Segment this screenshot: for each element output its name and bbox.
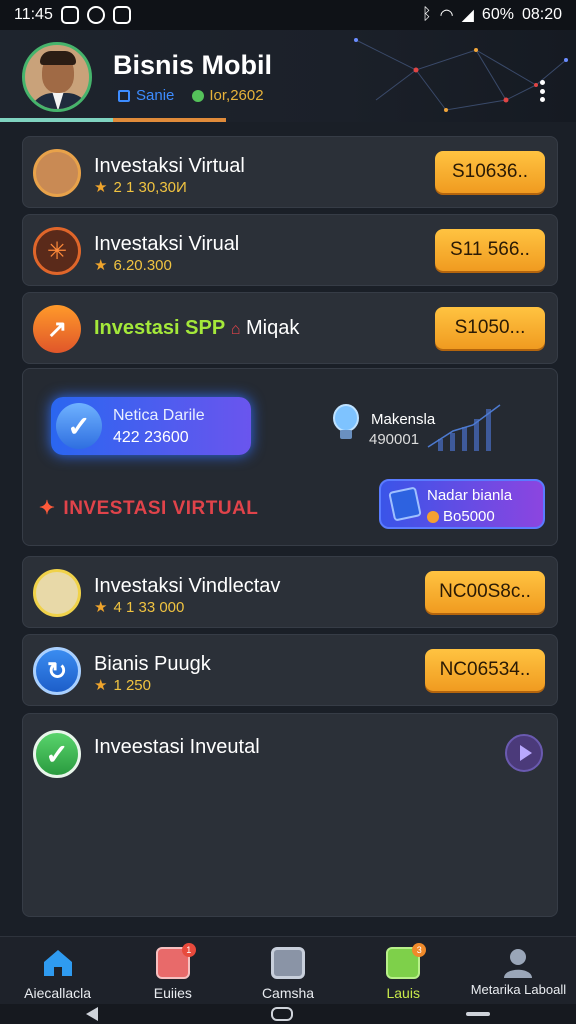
item-meta: ★ 4 1 33 000	[94, 599, 185, 616]
arrow-up-icon: ↗	[33, 305, 81, 353]
person-avatar-icon	[33, 149, 81, 197]
item-title: Investasi SPP ⌂ Miqak	[94, 317, 300, 339]
nav-label: Aiecallacla	[24, 985, 92, 1001]
invest-button[interactable]: S10636..	[435, 151, 545, 193]
promo-panel: ✓ Netica Darile 422 23600 Makensla 49000…	[22, 368, 558, 546]
back-icon[interactable]	[86, 1007, 99, 1021]
star-icon: ★	[94, 179, 108, 196]
bluetooth-icon: ᛒ	[422, 6, 432, 23]
book-icon	[388, 486, 422, 522]
home-pill-icon[interactable]	[270, 1007, 293, 1021]
square-icon	[118, 89, 130, 102]
promo-main-value: 422 23600	[113, 429, 189, 446]
item-title: Bianis Puugk	[94, 653, 211, 675]
avatar[interactable]	[22, 42, 92, 112]
header-subtitle: Sanie Ior,2602	[118, 87, 264, 104]
sun-icon: ✳	[33, 227, 81, 275]
dice-icon: 3	[386, 943, 427, 979]
status-bar: 11:45 ᛒ ◠ ◢ 60% 08:20	[0, 0, 576, 30]
system-navigation-bar	[0, 1004, 576, 1024]
item-title: Inveestasi Inveutal	[94, 736, 260, 758]
status-time: 11:45	[14, 6, 53, 23]
coin-icon	[427, 510, 439, 523]
promo-secondary-label: Nadar bianla	[427, 487, 513, 504]
network-background-icon	[354, 38, 568, 112]
item-meta: ★ 2 1 30,30И	[94, 179, 187, 196]
invest-button[interactable]: S1050...	[435, 307, 545, 349]
item-title: Investaksi Virual	[94, 233, 240, 255]
subtitle-name: Sanie	[136, 87, 175, 104]
list-item[interactable]: ↗ Investasi SPP ⌂ Miqak S1050...	[22, 292, 558, 364]
refresh-icon: ↻	[33, 647, 81, 695]
page-title: Bisnis Mobil	[113, 50, 273, 80]
status-dot-icon	[192, 89, 205, 102]
list-item-expanded[interactable]: ✓ Inveestasi Inveutal	[22, 713, 558, 917]
promo-main-button[interactable]: ✓ Netica Darile 422 23600	[51, 397, 251, 455]
invest-virtual-label: ✦ INVESTASI VIRTUAL	[39, 497, 259, 520]
home-small-icon: ⌂	[230, 321, 241, 338]
bar-chart-icon	[427, 404, 501, 451]
wifi-icon: ◠	[439, 7, 454, 24]
nav-item-home[interactable]: Aiecallacla	[0, 937, 115, 1004]
subtitle-value: Ior,2602	[209, 87, 264, 104]
device-icon	[271, 947, 305, 979]
list-item[interactable]: ↻ Bianis Puugk ★ 1 250 NC06534..	[22, 634, 558, 706]
nav-item-device[interactable]: Camsha	[230, 937, 345, 1004]
item-meta: ★ 1 250	[94, 677, 151, 694]
item-meta: ★ 6.20.300	[94, 257, 172, 274]
check-circle-icon: ✓	[33, 730, 81, 778]
notification-badge: 3	[412, 943, 427, 957]
settings-icon	[86, 6, 105, 24]
check-icon: ✓	[56, 403, 102, 449]
play-button-icon[interactable]	[505, 734, 543, 772]
list-item[interactable]: Investaksi Virtual ★ 2 1 30,30И S10636..	[22, 136, 558, 208]
list-item[interactable]: Investaksi Vindlectav ★ 4 1 33 000 NC00S8…	[22, 556, 558, 628]
promo-main-label: Netica Darile	[113, 407, 205, 424]
person-avatar-icon	[33, 569, 81, 617]
investment-list: Investaksi Virtual ★ 2 1 30,30И S10636.. …	[22, 136, 558, 370]
investment-list-2: Investaksi Vindlectav ★ 4 1 33 000 NC00S8…	[22, 556, 558, 712]
status-clock: 08:20	[521, 6, 562, 23]
nav-item-games[interactable]: 3 Lauis	[346, 937, 461, 1004]
promo-secondary-value: Bo5000	[427, 508, 495, 525]
more-menu-icon[interactable]	[540, 80, 546, 102]
item-title: Investaksi Vindlectav	[94, 575, 281, 597]
nav-label: Metarika Laboall	[470, 982, 567, 997]
battery-level: 60%	[481, 6, 514, 23]
profile-card-icon: 1	[155, 943, 196, 979]
invest-button[interactable]: NC00S8c..	[425, 571, 545, 613]
list-item[interactable]: ✳ Investaksi Virual ★ 6.20.300 S11 566..	[22, 214, 558, 286]
signal-icon: ◢	[461, 7, 474, 24]
invest-button[interactable]: S11 566..	[435, 229, 545, 271]
lightbulb-icon	[333, 404, 359, 439]
star-icon: ★	[94, 257, 108, 274]
nav-item-user[interactable]: Metarika Laboall	[461, 937, 576, 1004]
nav-label: Camsha	[261, 985, 315, 1001]
app-icon	[112, 6, 131, 24]
item-title: Investaksi Virtual	[94, 155, 245, 177]
notification-icon	[60, 6, 79, 24]
bottom-navigation: Aiecallacla 1 Euiies Camsha 3 Lauis Meta…	[0, 936, 576, 1004]
promo-secondary-button[interactable]: Nadar bianla Bo5000	[379, 479, 545, 529]
star-icon: ★	[94, 599, 108, 616]
app-header: Bisnis Mobil Sanie Ior,2602	[0, 30, 576, 122]
nav-label: Lauis	[386, 985, 420, 1001]
side-value: 490001	[369, 431, 420, 448]
user-icon	[504, 949, 533, 978]
star-icon: ★	[94, 677, 108, 694]
nav-label: Euiies	[153, 985, 192, 1001]
nav-item-profile[interactable]: 1 Euiies	[115, 937, 230, 1004]
spark-icon: ✦	[39, 498, 56, 519]
notification-badge: 1	[181, 943, 196, 957]
header-progress-bar	[0, 118, 226, 122]
home-icon	[43, 950, 72, 976]
recents-icon[interactable]	[465, 1012, 490, 1016]
invest-button[interactable]: NC06534..	[425, 649, 545, 691]
